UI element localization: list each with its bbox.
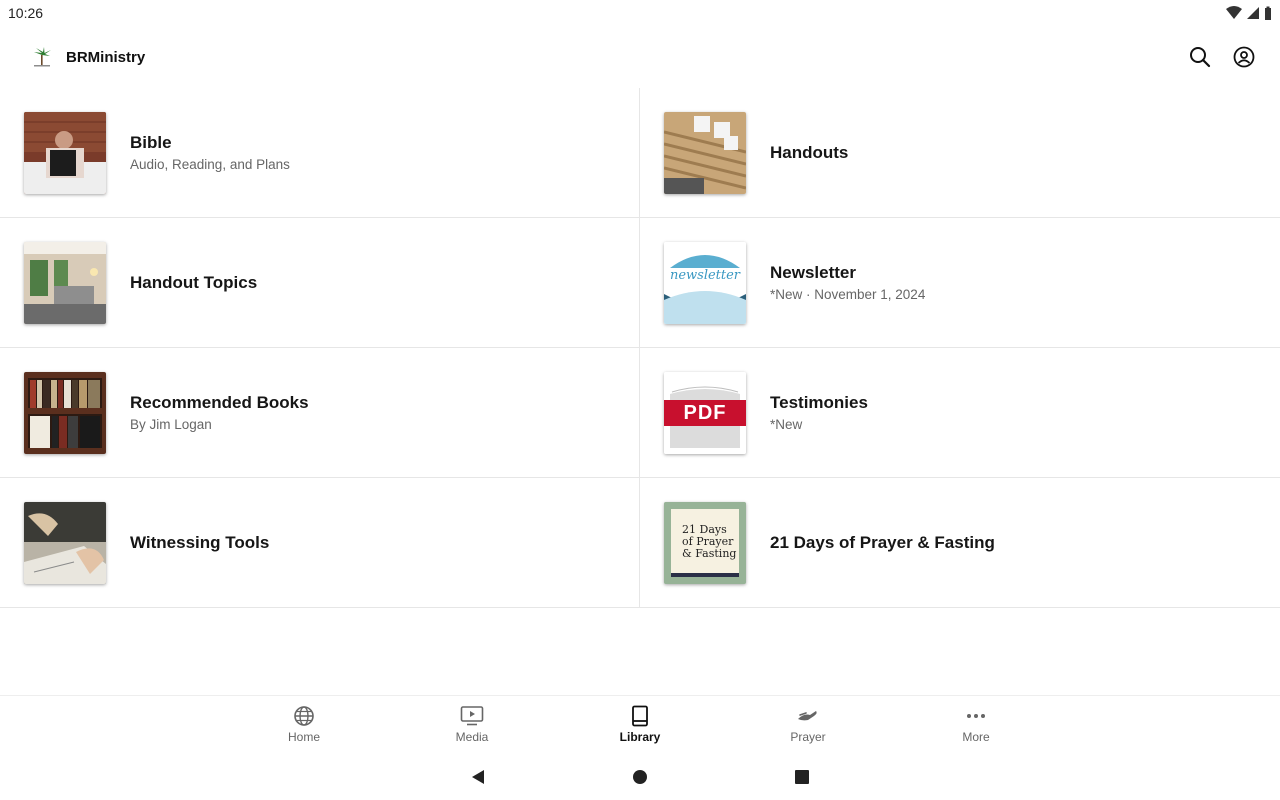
item-title: 21 Days of Prayer & Fasting: [770, 532, 995, 552]
nav-library[interactable]: Library: [556, 696, 724, 753]
library-item-newsletter[interactable]: newsletter Newsletter *New · November 1,…: [640, 218, 1280, 348]
pdf-thumb-text: PDF: [683, 401, 727, 424]
pdf-thumbnail: PDF: [664, 371, 746, 454]
thumb-line-3: & Fasting: [682, 546, 737, 560]
item-title: Bible: [130, 133, 172, 152]
status-icons: [1226, 6, 1272, 20]
library-grid: Bible Audio, Reading, and Plans Handouts: [0, 88, 1280, 608]
play-screen-icon: [460, 706, 484, 726]
bible-reading-thumbnail: [24, 111, 106, 194]
library-item-recommended-books[interactable]: Recommended Books By Jim Logan: [0, 348, 640, 478]
item-subtitle: Audio, Reading, and Plans: [130, 157, 290, 172]
palm-tree-logo: [30, 45, 54, 69]
nav-more[interactable]: More: [892, 696, 1060, 753]
nav-label: Home: [287, 730, 320, 744]
back-icon[interactable]: [397, 769, 559, 785]
nav-label: Media: [455, 730, 489, 744]
recents-square-icon[interactable]: [721, 769, 883, 785]
nav-home[interactable]: Home: [220, 696, 388, 753]
newsletter-thumb-text: newsletter: [669, 267, 741, 283]
item-subtitle: *New: [770, 417, 803, 432]
status-bar: 10:26: [0, 0, 1280, 26]
library-item-bible[interactable]: Bible Audio, Reading, and Plans: [0, 88, 640, 218]
nav-prayer[interactable]: Prayer: [724, 696, 892, 753]
living-room-thumbnail: [24, 241, 106, 324]
search-icon[interactable]: [1188, 45, 1212, 69]
library-item-handouts[interactable]: Handouts: [640, 88, 1280, 218]
praying-hands-icon: [798, 711, 817, 721]
status-time: 10:26: [8, 5, 44, 21]
nav-media[interactable]: Media: [388, 696, 556, 753]
system-navigation: [0, 753, 1280, 800]
library-item-witnessing-tools[interactable]: Witnessing Tools: [0, 478, 640, 608]
item-title: Handouts: [770, 142, 849, 162]
item-subtitle: *New · November 1, 2024: [770, 287, 926, 302]
item-title: Testimonies: [770, 393, 868, 412]
item-title: Newsletter: [770, 263, 856, 282]
more-dots-icon: [967, 714, 985, 718]
wifi-icon: [1226, 6, 1242, 19]
globe-icon: [294, 706, 314, 726]
item-title: Handout Topics: [130, 272, 258, 292]
bottom-navigation: Home Media Library Prayer More: [0, 695, 1280, 753]
item-title: Witnessing Tools: [130, 532, 270, 552]
prayer-fasting-thumbnail: 21 Days of Prayer & Fasting: [664, 501, 746, 584]
nav-label: Library: [619, 730, 661, 744]
nav-label: Prayer: [790, 730, 826, 744]
library-item-21-days-prayer-fasting[interactable]: 21 Days of Prayer & Fasting 21 Days of P…: [640, 478, 1280, 608]
book-icon: [632, 705, 648, 727]
account-icon[interactable]: [1232, 45, 1256, 69]
app-bar: BRMinistry: [0, 26, 1280, 88]
writing-hands-thumbnail: [24, 501, 106, 584]
battery-icon: [1265, 6, 1271, 20]
thumb-line-2: of Prayer: [682, 534, 734, 548]
bookshelf-thumbnail: [24, 371, 106, 454]
item-subtitle: By Jim Logan: [130, 417, 212, 432]
item-title: Recommended Books: [130, 393, 309, 412]
thumb-line-1: 21 Days: [682, 522, 727, 536]
app-title: BRMinistry: [66, 48, 146, 66]
nav-label: More: [962, 730, 990, 744]
newsletter-thumbnail: newsletter: [664, 241, 746, 324]
library-item-testimonies[interactable]: PDF Testimonies *New: [640, 348, 1280, 478]
home-circle-icon[interactable]: [559, 769, 721, 785]
library-item-handout-topics[interactable]: Handout Topics: [0, 218, 640, 348]
signal-icon: [1247, 7, 1259, 19]
file-folders-thumbnail: [664, 111, 746, 194]
